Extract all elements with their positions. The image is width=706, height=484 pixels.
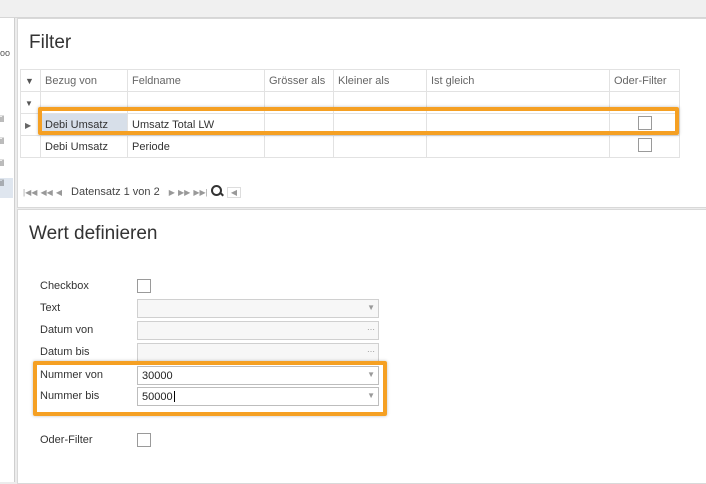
- left-nav-tab-1[interactable]: oo: [0, 48, 13, 68]
- autofilter-cell[interactable]: [609, 91, 680, 114]
- filter-grid: ▼ Bezug von Feldname Grösser als Kleiner…: [20, 69, 680, 158]
- dropdown-arrow-icon[interactable]: ▼: [367, 391, 375, 400]
- col-oder-filter[interactable]: Oder-Filter: [609, 69, 680, 92]
- last-record-icon[interactable]: ▶▶|: [193, 188, 207, 197]
- prev-page-icon[interactable]: ◀◀: [40, 188, 52, 197]
- col-ist-gleich[interactable]: Ist gleich: [426, 69, 610, 92]
- checkbox-label: Checkbox: [40, 280, 89, 292]
- filter-title: Filter: [29, 32, 72, 53]
- search-icon[interactable]: [210, 185, 224, 197]
- left-nav-tab-3[interactable]: il: [0, 136, 13, 156]
- cell-feldname[interactable]: Periode: [127, 135, 265, 158]
- checkbox-input[interactable]: [137, 279, 151, 293]
- datum-bis-label: Datum bis: [40, 346, 90, 358]
- left-nav-tab-4[interactable]: il: [0, 158, 13, 178]
- table-row[interactable]: Debi Umsatz Periode: [20, 135, 680, 158]
- oder-filter-checkbox[interactable]: [137, 433, 151, 447]
- oder-filter-checkbox[interactable]: [637, 116, 652, 130]
- autofilter-cell[interactable]: [426, 91, 610, 114]
- cell-feldname[interactable]: Umsatz Total LW: [127, 113, 265, 136]
- nummer-von-value: 30000: [142, 370, 173, 382]
- table-row[interactable]: ▶ Debi Umsatz Umsatz Total LW: [20, 113, 680, 136]
- left-nav-tab-5[interactable]: il: [0, 178, 13, 198]
- col-kleiner-als[interactable]: Kleiner als: [333, 69, 427, 92]
- col-groesser-als[interactable]: Grösser als: [264, 69, 334, 92]
- text-caret: [173, 391, 175, 402]
- wert-title: Wert definieren: [29, 223, 158, 244]
- autofilter-cell[interactable]: [264, 91, 334, 114]
- cell-kleiner[interactable]: [333, 135, 427, 158]
- cell-bezug[interactable]: Debi Umsatz: [40, 135, 128, 158]
- top-strip: [0, 0, 706, 18]
- ellipsis-icon[interactable]: ⋯: [367, 325, 375, 334]
- ellipsis-icon[interactable]: ⋯: [367, 347, 375, 356]
- grid-autofilter-row: ▼: [20, 91, 680, 114]
- nummer-bis-value: 50000: [142, 391, 173, 403]
- nummer-von-label: Nummer von: [40, 369, 103, 381]
- autofilter-cell[interactable]: [333, 91, 427, 114]
- text-field[interactable]: ▼: [137, 299, 379, 318]
- nummer-von-field[interactable]: 30000 ▼: [137, 366, 379, 385]
- first-record-icon[interactable]: |◀◀: [23, 188, 37, 197]
- funnel-icon: ▼: [25, 75, 34, 86]
- datum-von-label: Datum von: [40, 324, 94, 336]
- record-text: Datensatz 1 von 2: [71, 186, 160, 198]
- filter-panel: Filter ▼ Bezug von Feldname Grösser als …: [17, 18, 706, 208]
- cell-gleich[interactable]: [426, 135, 610, 158]
- cell-kleiner[interactable]: [333, 113, 427, 136]
- next-record-icon[interactable]: ▶: [169, 188, 175, 197]
- nummer-bis-label: Nummer bis: [40, 390, 100, 402]
- datum-von-field[interactable]: ⋯: [137, 321, 379, 340]
- funnel-icon: ▼: [25, 98, 33, 108]
- scroll-left-icon[interactable]: ◀: [226, 187, 242, 198]
- nummer-bis-field[interactable]: 50000 ▼: [137, 387, 379, 406]
- left-nav-strip: oo il il il il: [0, 18, 15, 482]
- datum-bis-field[interactable]: ⋯: [137, 343, 379, 362]
- dropdown-arrow-icon[interactable]: ▼: [367, 303, 375, 312]
- dropdown-arrow-icon[interactable]: ▼: [367, 370, 375, 379]
- cell-groesser[interactable]: [264, 113, 334, 136]
- row-indicator-icon: ▶: [25, 120, 32, 130]
- col-feldname[interactable]: Feldname: [127, 69, 265, 92]
- cell-gleich[interactable]: [426, 113, 610, 136]
- oder-filter-checkbox[interactable]: [637, 138, 652, 152]
- col-bezug-von[interactable]: Bezug von: [40, 69, 128, 92]
- text-label: Text: [40, 302, 61, 314]
- cell-groesser[interactable]: [264, 135, 334, 158]
- autofilter-cell[interactable]: [40, 91, 128, 114]
- cell-bezug[interactable]: Debi Umsatz: [40, 113, 128, 136]
- record-navigator: |◀◀ ◀◀ ◀ Datensatz 1 von 2 ▶ ▶▶ ▶▶| ◀: [23, 185, 242, 198]
- autofilter-cell[interactable]: [127, 91, 265, 114]
- grid-header-row: ▼ Bezug von Feldname Grösser als Kleiner…: [20, 69, 680, 92]
- prev-record-icon[interactable]: ◀: [56, 188, 62, 197]
- oder-filter-label: Oder-Filter: [40, 434, 93, 446]
- next-page-icon[interactable]: ▶▶: [178, 188, 190, 197]
- grid-filter-icon-cell[interactable]: ▼: [20, 69, 41, 92]
- left-nav-tab-2[interactable]: il: [0, 114, 13, 134]
